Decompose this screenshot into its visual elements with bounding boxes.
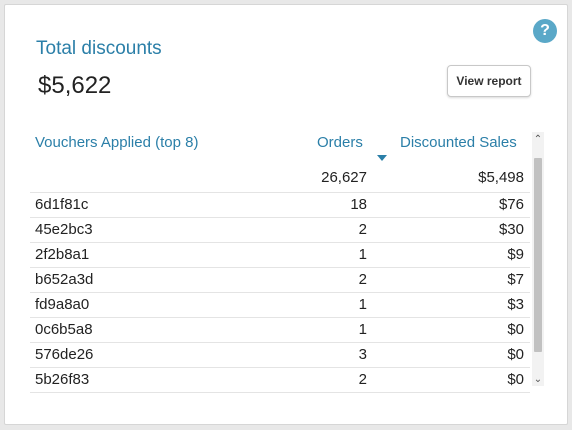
table-row[interactable]: 9d37a34 1 $0 <box>30 393 530 395</box>
table-row[interactable]: 5b26f83 2 $0 <box>30 368 530 393</box>
voucher-sales: $9 <box>507 246 524 263</box>
chevron-down-icon[interactable]: ⌄ <box>532 372 544 386</box>
voucher-code: 6d1f81c <box>35 196 89 213</box>
table-row[interactable]: 2f2b8a1 1 $9 <box>30 243 530 268</box>
table-row[interactable]: 0c6b5a8 1 $0 <box>30 318 530 343</box>
help-label: ? <box>540 22 550 39</box>
total-discounts-value: $5,622 <box>38 72 112 99</box>
vouchers-table: Vouchers Applied (top 8) Orders Discount… <box>30 130 530 395</box>
voucher-orders: 1 <box>358 246 367 263</box>
table-scrollbar[interactable]: ⌃ ⌄ <box>532 132 544 386</box>
voucher-orders: 3 <box>358 346 367 363</box>
column-header-vouchers[interactable]: Vouchers Applied (top 8) <box>35 134 198 151</box>
help-icon[interactable]: ? <box>533 19 557 43</box>
table-row[interactable]: 45e2bc3 2 $30 <box>30 218 530 243</box>
voucher-sales: $30 <box>498 221 524 238</box>
view-report-button[interactable]: View report <box>447 65 531 97</box>
table-body: 6d1f81c 18 $76 45e2bc3 2 $30 2f2b8a1 1 $… <box>30 193 530 395</box>
voucher-sales: $0 <box>507 321 524 338</box>
voucher-orders: 1 <box>358 321 367 338</box>
voucher-code: 5b26f83 <box>35 371 90 388</box>
voucher-orders: 18 <box>350 196 367 213</box>
voucher-code: 576de26 <box>35 346 94 363</box>
voucher-sales: $76 <box>498 196 524 213</box>
voucher-orders: 1 <box>358 296 367 313</box>
column-header-orders[interactable]: Orders <box>317 134 363 151</box>
voucher-code: 0c6b5a8 <box>35 321 93 338</box>
voucher-code: fd9a8a0 <box>35 296 90 313</box>
voucher-orders: 2 <box>358 221 367 238</box>
voucher-orders: 2 <box>358 271 367 288</box>
column-header-discounted-sales[interactable]: Discounted Sales <box>400 134 517 151</box>
voucher-sales: $7 <box>507 271 524 288</box>
voucher-sales: $3 <box>507 296 524 313</box>
table-row[interactable]: b652a3d 2 $7 <box>30 268 530 293</box>
voucher-code: 2f2b8a1 <box>35 246 90 263</box>
scrollbar-thumb[interactable] <box>534 158 542 352</box>
voucher-code: b652a3d <box>35 271 94 288</box>
chevron-up-icon[interactable]: ⌃ <box>532 132 544 146</box>
voucher-sales: $0 <box>507 371 524 388</box>
sort-descending-icon[interactable] <box>377 155 387 161</box>
table-row[interactable]: fd9a8a0 1 $3 <box>30 293 530 318</box>
card-title: Total discounts <box>36 38 162 59</box>
table-row[interactable]: 576de26 3 $0 <box>30 343 530 368</box>
voucher-code: 45e2bc3 <box>35 221 93 238</box>
total-discounted-sales: $5,498 <box>478 169 524 186</box>
voucher-orders: 2 <box>358 371 367 388</box>
totals-row: 26,627 $5,498 <box>30 166 530 193</box>
total-orders: 26,627 <box>321 169 367 186</box>
voucher-sales: $0 <box>507 346 524 363</box>
table-row[interactable]: 6d1f81c 18 $76 <box>30 193 530 218</box>
